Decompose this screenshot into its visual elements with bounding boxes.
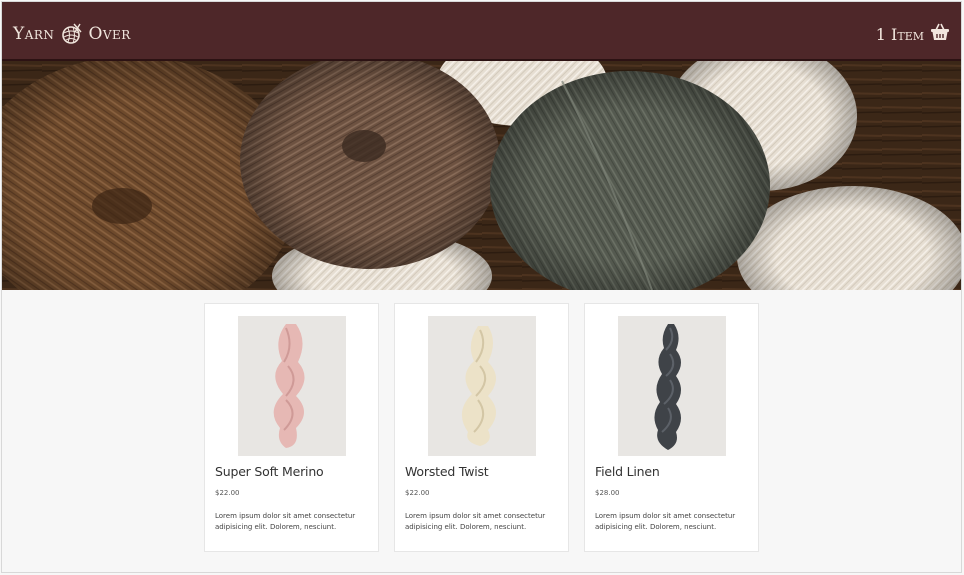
product-name[interactable]: Worsted Twist	[405, 464, 489, 479]
product-description: Lorem ipsum dolor sit amet consectetur a…	[215, 512, 356, 531]
product-name[interactable]: Field Linen	[595, 464, 660, 479]
product-price: $22.00	[215, 489, 240, 497]
product-grid: Super Soft Merino $22.00 Lorem ipsum dol…	[2, 290, 961, 572]
product-card[interactable]: Field Linen $28.00 Lorem ipsum dolor sit…	[584, 303, 759, 552]
cart-button[interactable]: 1 Item	[876, 22, 950, 46]
cart-count-label: 1 Item	[875, 24, 924, 44]
product-price: $28.00	[595, 489, 620, 497]
product-price: $22.00	[405, 489, 430, 497]
product-card[interactable]: Worsted Twist $22.00 Lorem ipsum dolor s…	[394, 303, 569, 552]
brand[interactable]: Yarn Over	[13, 21, 131, 47]
product-description: Lorem ipsum dolor sit amet consectetur a…	[595, 512, 736, 531]
product-image[interactable]	[238, 316, 346, 456]
product-card[interactable]: Super Soft Merino $22.00 Lorem ipsum dol…	[204, 303, 379, 552]
brand-name-left: Yarn	[13, 24, 55, 44]
yarn-balls-photo	[2, 61, 961, 290]
hero-banner	[2, 61, 961, 290]
page: Yarn Over 1 Item Super Soft Merino $22.0…	[1, 1, 962, 573]
product-image[interactable]	[618, 316, 726, 456]
product-description: Lorem ipsum dolor sit amet consectetur a…	[405, 512, 546, 531]
yarn-ball-icon	[60, 23, 82, 45]
product-name[interactable]: Super Soft Merino	[215, 464, 324, 479]
brand-name-right: Over	[88, 24, 131, 44]
site-header: Yarn Over 1 Item	[2, 2, 961, 61]
basket-icon	[930, 23, 950, 45]
product-image[interactable]	[428, 316, 536, 456]
